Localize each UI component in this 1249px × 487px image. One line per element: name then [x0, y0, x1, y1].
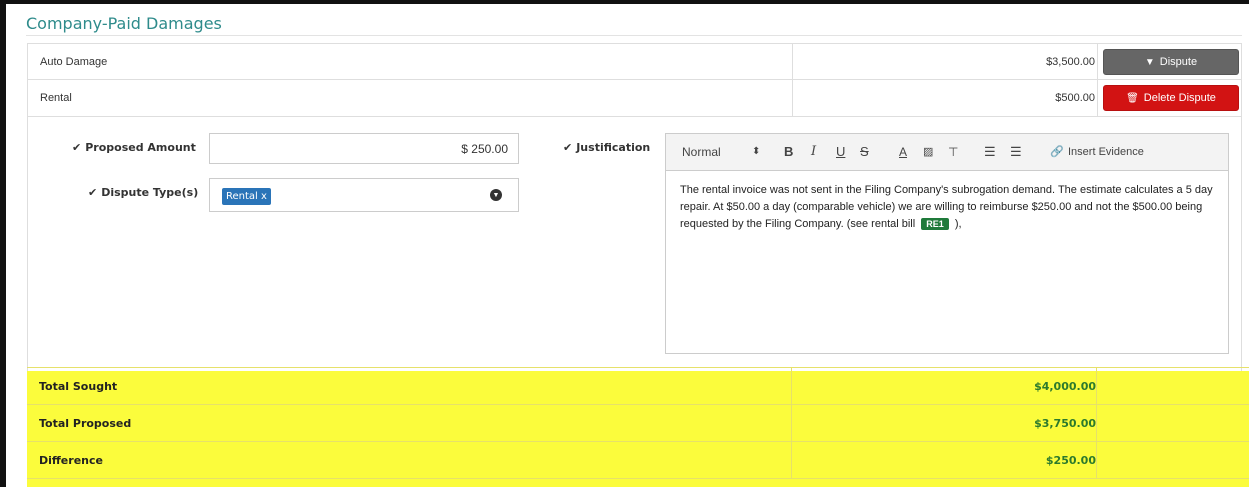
window-frame-top: [0, 0, 1249, 4]
proposed-amount-label-text: Proposed Amount: [85, 141, 196, 154]
column-divider: [791, 368, 792, 405]
dispute-type-select[interactable]: Rental x ▼: [209, 178, 519, 212]
damage-amount: $3,500.00: [1046, 56, 1095, 68]
title-divider: [26, 35, 1242, 36]
total-sought-row: Total Sought $4,000.00: [27, 367, 1249, 405]
totals-bottom-divider: [27, 478, 1249, 479]
column-divider: [1096, 368, 1097, 405]
difference-row: Difference $250.00: [27, 441, 1249, 479]
column-divider: [1096, 442, 1097, 479]
text-color-button[interactable]: A: [899, 145, 907, 159]
dispute-type-tag[interactable]: Rental x: [222, 188, 271, 205]
link-icon[interactable]: 🔗: [1050, 145, 1064, 159]
check-icon: ✔: [88, 186, 98, 199]
justification-text-end: ),: [951, 218, 962, 230]
check-icon: ✔: [72, 141, 82, 154]
justification-label-text: Justification: [576, 141, 651, 154]
strikethrough-button[interactable]: S: [860, 145, 869, 159]
editor-toolbar: Normal ⬍ B I U S A ▨ ⊤ ☰ ☰ 🔗 Insert Evid…: [666, 134, 1228, 171]
trash-icon: 🗑: [1126, 92, 1139, 104]
check-icon: ✔: [563, 141, 573, 154]
dispute-types-label: ✔ Dispute Type(s): [88, 186, 198, 199]
dispute-types-label-text: Dispute Type(s): [101, 186, 199, 199]
damage-row-rental: Rental $500.00 🗑 Delete Dispute: [27, 80, 1242, 117]
difference-label: Difference: [39, 454, 103, 467]
proposed-amount-input[interactable]: $ 250.00: [209, 133, 519, 164]
total-proposed-label: Total Proposed: [39, 417, 132, 430]
column-divider: [791, 405, 792, 442]
ordered-list-icon[interactable]: ☰: [984, 145, 996, 159]
editor-content[interactable]: The rental invoice was not sent in the F…: [666, 171, 1228, 244]
justification-editor: Normal ⬍ B I U S A ▨ ⊤ ☰ ☰ 🔗 Insert Evid…: [665, 133, 1229, 354]
delete-dispute-button-label: Delete Dispute: [1143, 92, 1216, 104]
evidence-tag[interactable]: RE1: [921, 218, 949, 230]
damage-label: Auto Damage: [40, 56, 108, 68]
damage-amount: $500.00: [1055, 92, 1095, 104]
section-title: Company-Paid Damages: [26, 14, 222, 33]
window-frame-left: [0, 0, 6, 487]
chevron-down-icon[interactable]: ▼: [490, 189, 502, 201]
underline-button[interactable]: U: [836, 145, 845, 159]
column-divider: [792, 80, 793, 116]
format-select[interactable]: Normal: [682, 145, 721, 159]
damage-label: Rental: [40, 92, 72, 104]
delete-dispute-button[interactable]: 🗑 Delete Dispute: [1103, 85, 1239, 111]
total-sought-value: $4,000.00: [1034, 380, 1096, 393]
justification-label: ✔ Justification: [563, 141, 650, 154]
caret-down-icon: ▼: [1144, 56, 1155, 68]
column-divider: [792, 44, 793, 79]
total-proposed-row: Total Proposed $3,750.00: [27, 404, 1249, 442]
difference-value: $250.00: [1045, 454, 1096, 467]
dispute-button[interactable]: ▼ Dispute: [1103, 49, 1239, 75]
italic-button[interactable]: I: [811, 145, 816, 159]
column-divider: [1097, 80, 1098, 116]
dispute-button-label: Dispute: [1159, 56, 1198, 68]
clear-format-icon[interactable]: ⊤: [948, 145, 958, 159]
format-select-arrows-icon[interactable]: ⬍: [752, 145, 760, 159]
total-proposed-value: $3,750.00: [1034, 417, 1096, 430]
column-divider: [1096, 405, 1097, 442]
column-divider: [1097, 44, 1098, 79]
column-divider: [791, 442, 792, 479]
background-color-icon[interactable]: ▨: [923, 145, 933, 159]
bullet-list-icon[interactable]: ☰: [1010, 145, 1022, 159]
proposed-amount-label: ✔ Proposed Amount: [72, 141, 196, 154]
bold-button[interactable]: B: [784, 145, 793, 159]
total-sought-label: Total Sought: [39, 380, 118, 393]
damage-row-auto: Auto Damage $3,500.00 ▼ Dispute: [27, 43, 1242, 80]
insert-evidence-button[interactable]: Insert Evidence: [1068, 145, 1144, 159]
